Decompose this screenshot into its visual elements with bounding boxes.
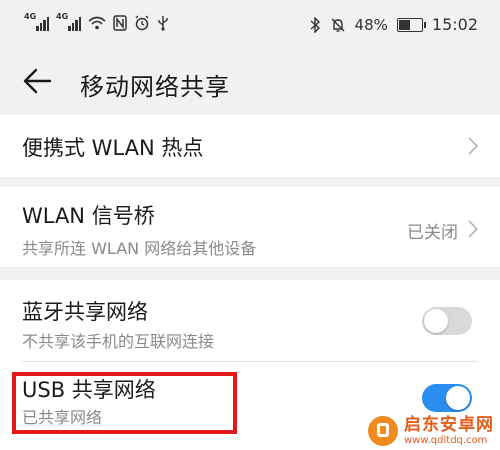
chevron-right-icon bbox=[468, 137, 478, 155]
bluetooth-item[interactable]: 蓝牙共享网络 不共享该手机的互联网连接 bbox=[0, 280, 500, 360]
watermark-logo-icon bbox=[368, 416, 398, 446]
bridge-card: WLAN 信号桥 共享所连 WLAN 网络给其他设备 已关闭 bbox=[0, 187, 500, 267]
bluetooth-icon bbox=[310, 16, 320, 33]
hotspot-title: 便携式 WLAN 热点 bbox=[22, 136, 204, 160]
bridge-item[interactable]: WLAN 信号桥 共享所连 WLAN 网络给其他设备 已关闭 bbox=[0, 187, 500, 267]
battery-icon bbox=[396, 17, 426, 32]
watermark-url: www.qdltdq.com bbox=[404, 434, 488, 446]
bridge-title: WLAN 信号桥 bbox=[22, 204, 155, 228]
hotspot-card: 便携式 WLAN 热点 bbox=[0, 115, 500, 177]
highlight-box bbox=[12, 372, 237, 434]
wifi-icon bbox=[88, 16, 106, 30]
bluetooth-toggle[interactable] bbox=[422, 307, 472, 335]
back-arrow-icon[interactable] bbox=[22, 67, 52, 95]
network-type: 4G bbox=[56, 12, 69, 21]
usb-icon bbox=[158, 16, 168, 31]
battery-percent: 48% bbox=[354, 15, 388, 34]
bridge-subtitle: 共享所连 WLAN 网络给其他设备 bbox=[22, 239, 257, 258]
signal-icon: 4G bbox=[56, 12, 81, 31]
watermark-name: 启东安卓网 bbox=[404, 415, 494, 436]
watermark: 启东安卓网 www.qdltdq.com bbox=[368, 416, 494, 446]
title-bar: 移动网络共享 bbox=[0, 55, 500, 107]
clock: 15:02 bbox=[431, 15, 478, 34]
hotspot-item[interactable]: 便携式 WLAN 热点 bbox=[0, 115, 500, 177]
bridge-status: 已关闭 bbox=[407, 223, 458, 243]
chevron-right-icon bbox=[468, 220, 478, 238]
alarm-icon bbox=[135, 15, 149, 31]
nfc-icon bbox=[113, 15, 127, 31]
status-right: 48% 15:02 bbox=[310, 15, 478, 34]
mute-icon bbox=[331, 18, 345, 32]
bluetooth-title: 蓝牙共享网络 bbox=[22, 300, 148, 324]
signal-icon: 4G bbox=[24, 12, 49, 31]
usb-toggle[interactable] bbox=[422, 384, 472, 412]
network-type: 4G bbox=[24, 12, 37, 21]
status-bar: 4G 4G 48% 15:02 bbox=[0, 0, 500, 50]
watermark-text: 启东安卓网 www.qdltdq.com bbox=[404, 416, 494, 446]
status-left: 4G 4G bbox=[24, 12, 169, 31]
page-title: 移动网络共享 bbox=[80, 73, 230, 101]
bluetooth-subtitle: 不共享该手机的互联网连接 bbox=[22, 332, 215, 351]
